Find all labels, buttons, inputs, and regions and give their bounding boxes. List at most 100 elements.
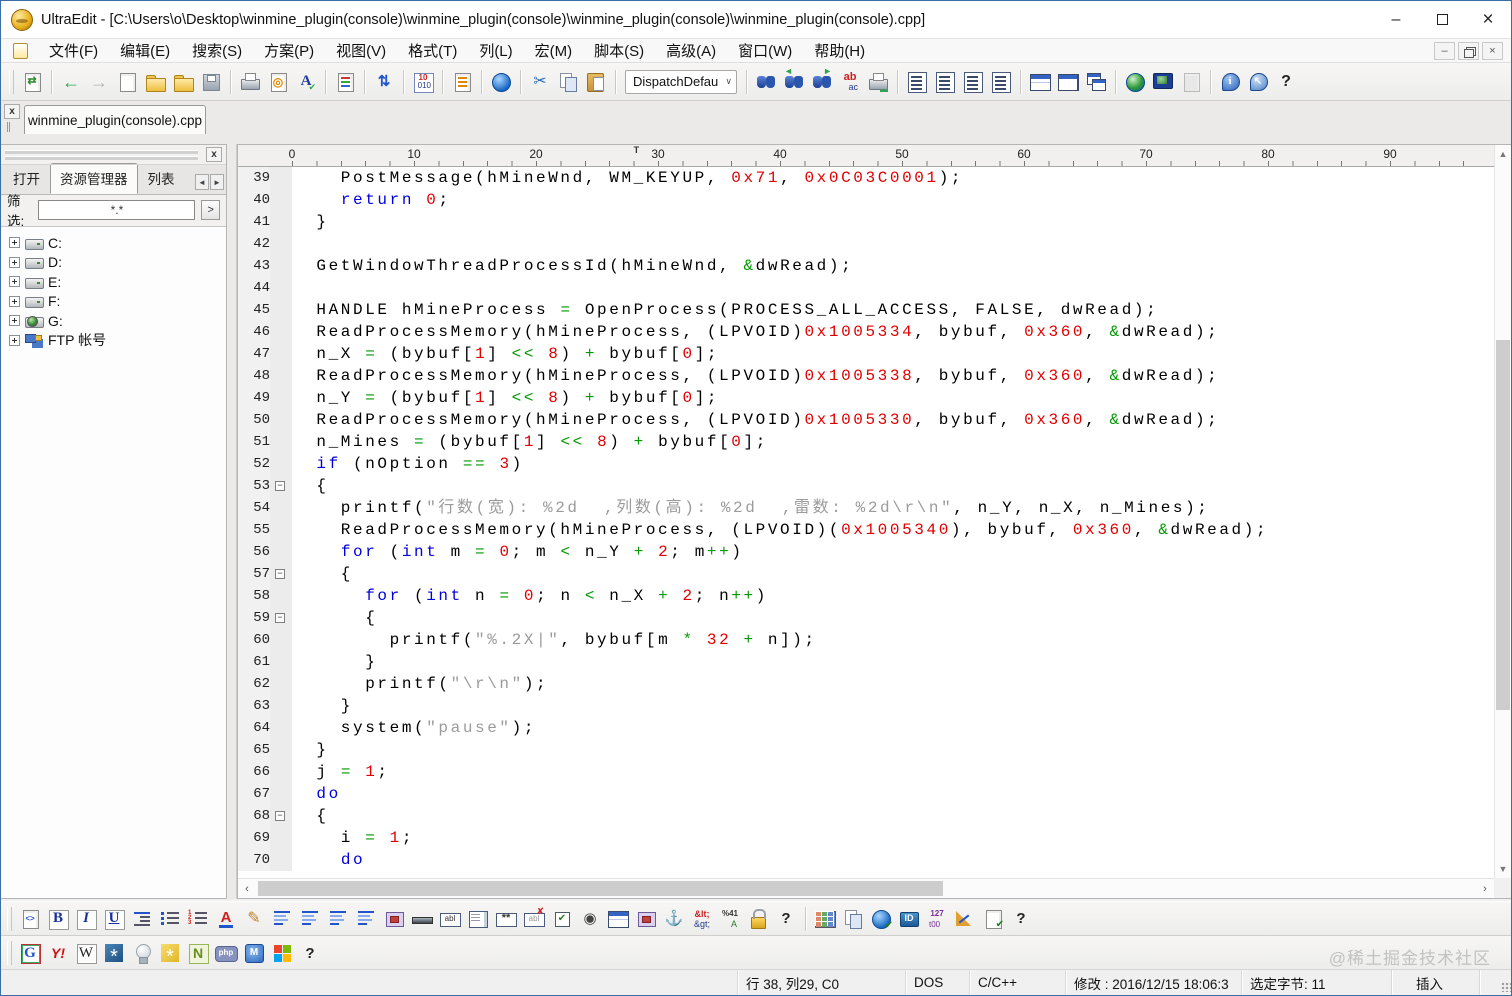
menu-view[interactable]: 视图(V) bbox=[325, 38, 397, 63]
mdi-minimize-button[interactable]: – bbox=[1434, 41, 1455, 60]
code-line-56[interactable]: 56 for (int m = 0; m < n_Y + 2; m++) bbox=[238, 541, 1494, 563]
para-style2-icon[interactable] bbox=[297, 906, 323, 932]
split-vertical-icon[interactable] bbox=[1055, 69, 1081, 95]
tree-item-e-drive[interactable]: E: bbox=[9, 272, 226, 292]
help-html-icon[interactable]: ? bbox=[773, 906, 799, 932]
expand-plus-icon[interactable] bbox=[9, 295, 20, 307]
tree-item-c-drive[interactable]: C: bbox=[9, 233, 226, 253]
password-field-icon[interactable]: ** bbox=[493, 906, 519, 932]
code-line-59[interactable]: 59− { bbox=[238, 607, 1494, 629]
browser-view-icon[interactable] bbox=[1150, 69, 1176, 95]
code-line-62[interactable]: 62 printf("\r\n"); bbox=[238, 673, 1494, 695]
image-blue-icon[interactable] bbox=[605, 906, 631, 932]
id-attribute-icon[interactable]: ID bbox=[896, 906, 922, 932]
file-view-toggle-icon[interactable]: ⇄ bbox=[19, 69, 45, 95]
syntax-colors-icon[interactable] bbox=[332, 69, 358, 95]
code-line-40[interactable]: 40 return 0; bbox=[238, 189, 1494, 211]
numbered-list-icon[interactable] bbox=[185, 906, 211, 932]
mdi-restore-button[interactable] bbox=[1458, 41, 1479, 60]
code-line-39[interactable]: 39 PostMessage(hMineWnd, WM_KEYUP, 0x71,… bbox=[238, 167, 1494, 189]
find-prev-icon[interactable]: ◄ bbox=[781, 66, 807, 95]
scroll-up-icon[interactable]: ▲ bbox=[1495, 146, 1511, 162]
underline-icon[interactable]: U bbox=[101, 906, 127, 932]
replace-icon[interactable]: ab ac bbox=[837, 69, 863, 95]
menu-help[interactable]: 帮助(H) bbox=[803, 38, 876, 63]
edit-pencil-icon[interactable]: ✎ bbox=[241, 906, 267, 932]
checkbox-icon[interactable]: ✔ bbox=[549, 906, 575, 932]
maximize-button[interactable] bbox=[1419, 1, 1465, 38]
code-line-61[interactable]: 61 } bbox=[238, 651, 1494, 673]
label-field-icon[interactable]: abl ✘ bbox=[521, 906, 547, 932]
measure-icon[interactable] bbox=[952, 906, 978, 932]
code-line-48[interactable]: 48 ReadProcessMemory(hMineProcess, (LPVO… bbox=[238, 365, 1494, 387]
fold-collapse-icon[interactable]: − bbox=[275, 811, 285, 821]
mdi-close-button[interactable]: × bbox=[1482, 41, 1503, 60]
html-preview-icon[interactable] bbox=[1122, 69, 1148, 95]
menu-edit[interactable]: 编辑(E) bbox=[109, 38, 181, 63]
html-source-icon[interactable]: <> bbox=[17, 906, 43, 932]
table-icon[interactable] bbox=[812, 906, 838, 932]
format-paragraph-icon[interactable] bbox=[904, 69, 930, 95]
tree-item-f-drive[interactable]: F: bbox=[9, 292, 226, 312]
para-style1-icon[interactable] bbox=[269, 906, 295, 932]
help-tools-icon[interactable]: ? bbox=[1008, 906, 1034, 932]
menu-advanced[interactable]: 高级(A) bbox=[655, 38, 727, 63]
open-file-icon[interactable] bbox=[142, 69, 168, 95]
google-search-icon[interactable]: G bbox=[17, 940, 43, 966]
back-icon[interactable]: ← bbox=[58, 69, 84, 95]
code-line-66[interactable]: 66 j = 1; bbox=[238, 761, 1494, 783]
code-line-52[interactable]: 52 if (nOption == 3) bbox=[238, 453, 1494, 475]
xml-check-icon[interactable]: ✔ bbox=[980, 906, 1006, 932]
web-browser-icon[interactable] bbox=[488, 69, 514, 95]
line-numbers-icon[interactable]: 127 t00 bbox=[924, 906, 950, 932]
scroll-down-icon[interactable]: ▼ bbox=[1495, 861, 1511, 877]
cascade-windows-icon[interactable] bbox=[1083, 69, 1109, 95]
help-web-icon[interactable]: ? bbox=[297, 940, 323, 966]
expand-plus-icon[interactable] bbox=[9, 237, 20, 249]
copy-icon[interactable] bbox=[555, 69, 581, 95]
indent-icon[interactable] bbox=[129, 906, 155, 932]
sort-icon[interactable]: ⇅ bbox=[371, 69, 397, 95]
menu-format[interactable]: 格式(T) bbox=[397, 38, 468, 63]
code-line-58[interactable]: 58 for (int n = 0; n < n_X + 2; n++) bbox=[238, 585, 1494, 607]
para-style4-icon[interactable] bbox=[353, 906, 379, 932]
code-line-47[interactable]: 47 n_X = (bybuf[1] << 8) + bybuf[0]; bbox=[238, 343, 1494, 365]
code-line-46[interactable]: 46 ReadProcessMemory(hMineProcess, (LPVO… bbox=[238, 321, 1494, 343]
code-line-53[interactable]: 53− { bbox=[238, 475, 1494, 497]
code-line-43[interactable]: 43 GetWindowThreadProcessId(hMineWnd, &d… bbox=[238, 255, 1494, 277]
para-style3-icon[interactable] bbox=[325, 906, 351, 932]
split-horizontal-icon[interactable] bbox=[1027, 69, 1053, 95]
format-center-icon[interactable] bbox=[960, 69, 986, 95]
code-line-45[interactable]: 45 HANDLE hMineProcess = OpenProcess(PRO… bbox=[238, 299, 1494, 321]
sidebar-tab-list[interactable]: 列表 bbox=[138, 163, 176, 194]
expand-plus-icon[interactable] bbox=[9, 334, 20, 346]
spell-check-icon[interactable]: A ✔ bbox=[293, 69, 319, 95]
code-line-51[interactable]: 51 n_Mines = (bybuf[1] << 8) + bybuf[0]; bbox=[238, 431, 1494, 453]
input-field-icon[interactable]: abl bbox=[437, 906, 463, 932]
hex-edit-icon[interactable]: 10 010 bbox=[410, 69, 436, 95]
code-line-63[interactable]: 63 } bbox=[238, 695, 1494, 717]
menu-column[interactable]: 列(L) bbox=[468, 38, 523, 63]
notepad-icon[interactable]: N bbox=[185, 940, 211, 966]
save-icon[interactable] bbox=[198, 69, 224, 95]
code-line-55[interactable]: 55 ReadProcessMemory(hMineProcess, (LPVO… bbox=[238, 519, 1494, 541]
code-line-69[interactable]: 69 i = 1; bbox=[238, 827, 1494, 849]
open-recent-icon[interactable] bbox=[170, 69, 196, 95]
vertical-scroll-thumb[interactable] bbox=[1496, 340, 1510, 710]
column-mode-icon[interactable] bbox=[449, 69, 475, 95]
menu-window[interactable]: 窗口(W) bbox=[727, 38, 803, 63]
new-file-icon[interactable] bbox=[114, 69, 140, 95]
toolbar-grip[interactable] bbox=[9, 69, 14, 94]
ftp-open-icon[interactable] bbox=[1178, 69, 1204, 95]
code-line-68[interactable]: 68− { bbox=[238, 805, 1494, 827]
lock-icon[interactable] bbox=[745, 906, 771, 932]
fold-collapse-icon[interactable]: − bbox=[275, 613, 285, 623]
expand-plus-icon[interactable] bbox=[9, 256, 20, 268]
code-area[interactable]: 39 PostMessage(hMineWnd, WM_KEYUP, 0x71,… bbox=[238, 167, 1494, 878]
horizontal-rule-icon[interactable] bbox=[409, 906, 435, 932]
vertical-scrollbar[interactable]: ▲ ▼ bbox=[1494, 145, 1511, 878]
menu-project[interactable]: 方案(P) bbox=[253, 38, 325, 63]
context-help-icon[interactable]: ↖ bbox=[1245, 69, 1271, 95]
sidebar-splitter[interactable] bbox=[227, 144, 237, 899]
filter-input[interactable] bbox=[38, 200, 196, 220]
